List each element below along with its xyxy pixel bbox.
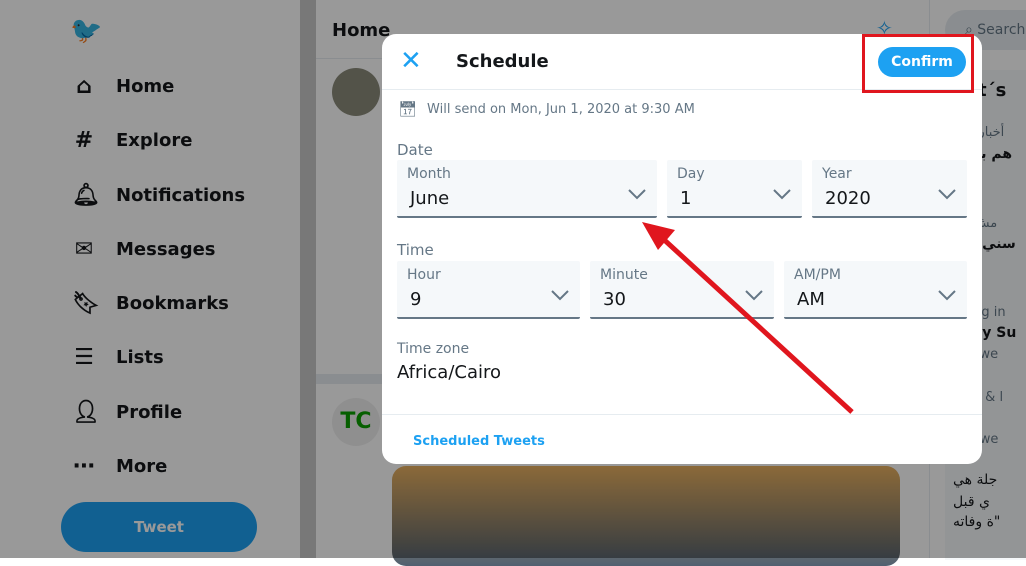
annotation-arrow bbox=[642, 222, 854, 414]
